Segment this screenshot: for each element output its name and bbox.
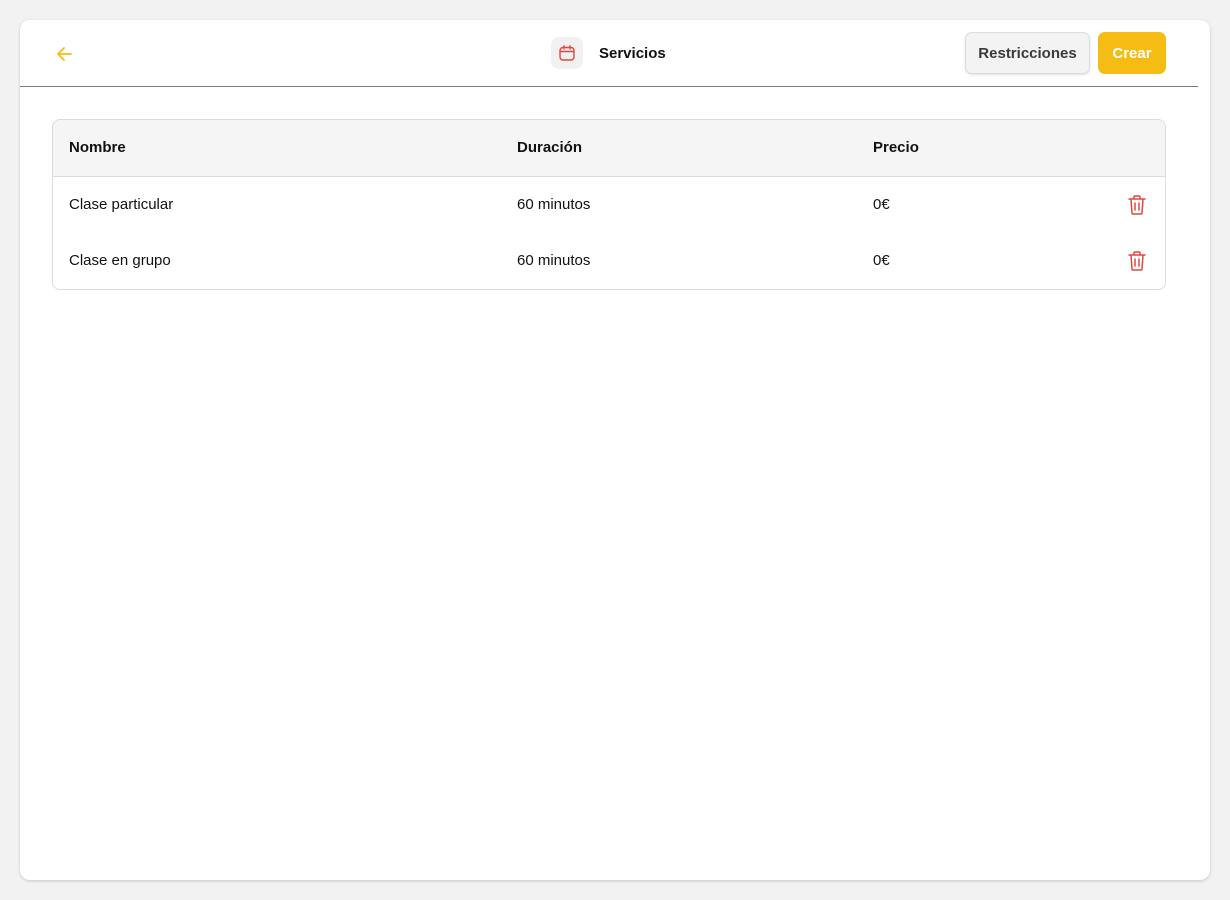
service-name: Clase en grupo (69, 252, 171, 269)
calendar-icon (551, 37, 583, 69)
delete-button[interactable] (1126, 249, 1148, 273)
create-button[interactable]: Crear (1098, 32, 1166, 74)
service-duration: 60 minutos (517, 196, 591, 213)
table-row[interactable]: Clase en grupo 60 minutos 0€ (53, 233, 1165, 289)
service-price: 0€ (873, 252, 890, 269)
column-header-duration: Duración (517, 139, 583, 156)
column-header-name: Nombre (69, 139, 126, 156)
trash-icon (1128, 195, 1146, 215)
trash-icon (1128, 251, 1146, 271)
services-card: Servicios Restricciones Crear Nombre Dur… (20, 20, 1210, 880)
delete-button[interactable] (1126, 193, 1148, 217)
service-name: Clase particular (69, 196, 174, 213)
table-row[interactable]: Clase particular 60 minutos 0€ (53, 177, 1165, 233)
service-duration: 60 minutos (517, 252, 591, 269)
table-header: Nombre Duración Precio (53, 120, 1165, 177)
back-button[interactable] (50, 40, 78, 68)
column-header-price: Precio (873, 139, 919, 156)
page-title: Servicios (599, 44, 666, 62)
restrictions-button[interactable]: Restricciones (965, 32, 1090, 74)
service-price: 0€ (873, 196, 890, 213)
page-header: Servicios (551, 37, 666, 69)
services-table: Nombre Duración Precio Clase particular … (52, 119, 1166, 290)
top-bar: Servicios Restricciones Crear (20, 20, 1198, 87)
arrow-left-icon (57, 47, 72, 61)
